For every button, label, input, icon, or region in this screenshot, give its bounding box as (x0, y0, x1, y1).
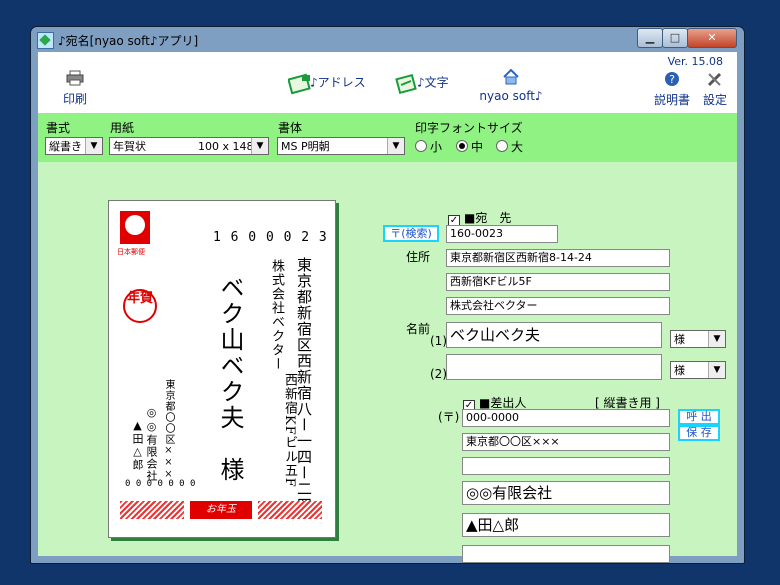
font-label: 書体 (278, 121, 303, 135)
format-label: 書式 (46, 121, 71, 135)
paper-size: 100 x 148 (198, 140, 254, 153)
sender-address2-input[interactable] (462, 457, 670, 475)
version-label: Ver. 15.08 (667, 55, 723, 68)
text-label: ♪文字 (417, 75, 449, 90)
address-label: ♪アドレス (310, 75, 366, 90)
recipient-address2-input[interactable]: 西新宿KFビル5F (446, 273, 670, 291)
print-label: 印刷 (62, 92, 87, 106)
print-button[interactable]: 印刷 (58, 70, 92, 107)
recipient-name2-input[interactable] (446, 354, 662, 380)
postcard-preview: 日本郵便 1 6 0 0 0 2 3 年賀 東京都新宿区西新宿八ー一四ー二四 西… (108, 200, 336, 538)
name1-index: (1) (430, 334, 447, 348)
text-edit-icon (395, 73, 417, 95)
name-label: 名前 (406, 322, 431, 336)
stamp-caption: 日本郵便 (117, 248, 145, 256)
chevron-down-icon: ▼ (708, 362, 725, 378)
call-button[interactable]: 呼 出 (678, 409, 720, 425)
card-sender-address: 東京都〇〇区××× (163, 379, 174, 481)
chevron-down-icon: ▼ (708, 331, 725, 347)
card-company: 株式会社ベクター (269, 259, 284, 371)
address-button[interactable]: ♪アドレス (287, 73, 368, 95)
honorific2-select[interactable]: 様 ▼ (670, 361, 726, 379)
font-size-label: 印字フォントサイズ (415, 121, 523, 135)
chevron-down-icon: ▼ (387, 138, 404, 154)
font-select[interactable]: MS P明朝 ▼ (277, 137, 405, 155)
card-sender-name: ▲田△郎 (131, 419, 144, 471)
text-button[interactable]: ♪文字 (395, 73, 465, 95)
help-icon: ? (661, 71, 683, 91)
app-window: ♪宛名[nyao soft♪アプリ] ▁ □ ✕ 印刷 ♪アドレス ♪文字 ny… (30, 26, 745, 564)
title-bar[interactable]: ♪宛名[nyao soft♪アプリ] ▁ □ ✕ (31, 27, 744, 51)
size-medium-label: 中 (471, 140, 484, 154)
client-area: 印刷 ♪アドレス ♪文字 nyao soft♪ Ver. 15.08 ? 説明書… (38, 52, 737, 563)
name2-index: (2) (430, 367, 447, 381)
address-book-icon (287, 73, 311, 95)
paper-select[interactable]: 年賀状 100 x 148 ▼ (109, 137, 269, 155)
paper-value: 年賀状 (113, 140, 146, 153)
close-button[interactable]: ✕ (687, 28, 737, 48)
stamp-icon (120, 211, 150, 244)
window-title: ♪宛名[nyao soft♪アプリ] (58, 34, 199, 48)
format-value: 縦書き (49, 140, 82, 153)
card-postcode: 1 6 0 0 0 2 3 (213, 230, 328, 245)
address-label: 住所 (406, 250, 431, 264)
size-small-radio[interactable]: 小 (415, 138, 442, 155)
recipient-address1-input[interactable]: 東京都新宿区西新宿8-14-24 (446, 249, 670, 267)
settings-button[interactable]: 設定 (700, 71, 730, 108)
help-label: 説明書 (653, 93, 690, 107)
card-hatch-right (258, 501, 322, 519)
sender-section-label: ■差出人 (479, 396, 527, 410)
sender-zip-input[interactable]: 000-0000 (462, 409, 670, 427)
printer-icon (64, 70, 86, 90)
radio-icon (496, 140, 508, 152)
radio-icon (415, 140, 427, 152)
font-value: MS P明朝 (281, 140, 330, 153)
settings-label: 設定 (702, 93, 727, 107)
recipient-section-label: ■宛 先 (464, 211, 512, 225)
size-medium-radio[interactable]: 中 (456, 138, 483, 155)
sender-company-input[interactable]: ◎◎有限会社 (462, 481, 670, 505)
recipient-zip-input[interactable]: 160-0023 (446, 225, 558, 243)
size-large-radio[interactable]: 大 (496, 138, 523, 155)
app-icon (37, 32, 54, 49)
card-hatch-left (120, 501, 184, 519)
size-small-label: 小 (430, 140, 443, 154)
zip-search-button[interactable]: 〒(検索) (383, 225, 439, 242)
paper-label: 用紙 (110, 121, 135, 135)
otoshidama-banner: お年玉 (190, 501, 252, 519)
home-label: nyao soft♪ (479, 89, 543, 103)
maximize-button[interactable]: □ (662, 28, 688, 48)
card-address-line2: 西新宿KFビル五F (282, 373, 297, 488)
save-button[interactable]: 保 存 (678, 425, 720, 441)
card-recipient: ベク山ベク夫 様 (216, 275, 244, 483)
recipient-name1-input[interactable]: ベク山ベク夫 (446, 322, 662, 348)
home-button[interactable]: nyao soft♪ (478, 68, 544, 103)
chevron-down-icon: ▼ (85, 138, 102, 154)
sender-address1-input[interactable]: 東京都〇〇区××× (462, 433, 670, 451)
format-select[interactable]: 縦書き ▼ (45, 137, 103, 155)
honorific2-value: 様 (674, 364, 685, 377)
minimize-button[interactable]: ▁ (637, 28, 663, 48)
honorific1-value: 様 (674, 333, 685, 346)
nenga-mark: 年賀 (123, 289, 157, 323)
sender-zip-label: (〒) (438, 410, 460, 424)
radio-checked-icon (456, 140, 468, 152)
recipient-address3-input[interactable]: 株式会社ベクター (446, 297, 670, 315)
card-sender-company: ◎◎有限会社 (145, 406, 158, 482)
size-large-label: 大 (511, 140, 524, 154)
chevron-down-icon: ▼ (251, 138, 268, 154)
sender-extra-input[interactable] (462, 545, 670, 563)
honorific1-select[interactable]: 様 ▼ (670, 330, 726, 348)
card-sender-postcode: 0 0 0 0 0 0 0 (125, 479, 196, 489)
svg-text:?: ? (669, 73, 675, 86)
toolbar: 印刷 ♪アドレス ♪文字 nyao soft♪ Ver. 15.08 ? 説明書… (38, 52, 737, 113)
sender-name-input[interactable]: ▲田△郎 (462, 513, 670, 537)
help-button[interactable]: ? 説明書 (652, 71, 692, 108)
tools-icon (704, 71, 726, 91)
home-icon (500, 68, 522, 89)
